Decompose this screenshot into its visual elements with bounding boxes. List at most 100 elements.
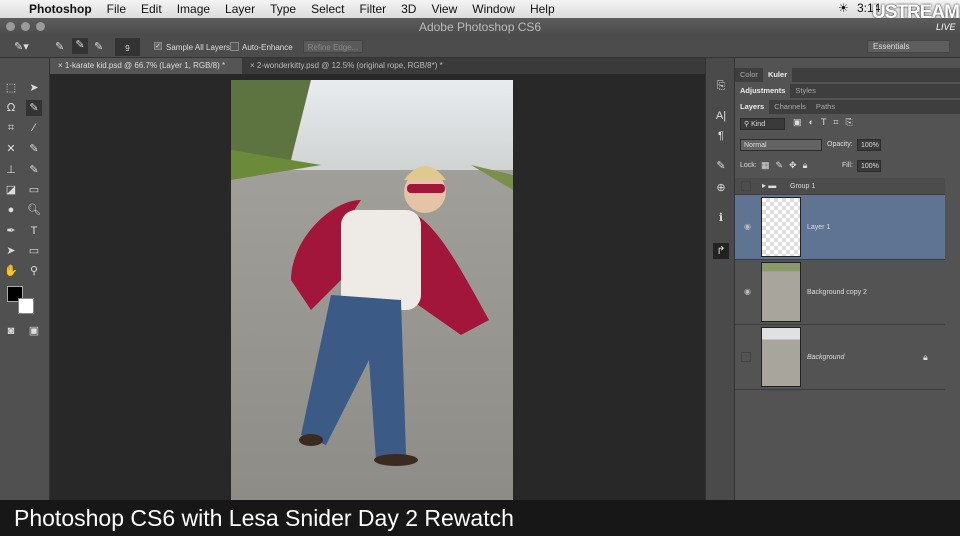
tab-karate-kid[interactable]: × 1-karate kid.psd @ 66.7% (Layer 1, RGB… <box>50 58 242 74</box>
blur-tool-icon[interactable]: ● <box>3 202 19 218</box>
pen-tool-icon[interactable]: ✒ <box>3 223 19 239</box>
tab-layers[interactable]: Layers <box>735 100 770 114</box>
menu-window[interactable]: Window <box>472 2 515 16</box>
eraser-tool-icon[interactable]: ◪ <box>3 182 19 198</box>
quick-selection-tool-icon[interactable]: ✎ <box>26 100 42 116</box>
type-tool-icon[interactable]: T <box>26 223 42 239</box>
filter-label: Kind <box>751 121 766 128</box>
tab-label: 1-karate kid.psd @ 66.7% (Layer 1, RGB/8… <box>64 61 226 70</box>
fill-field[interactable]: 100% <box>857 160 881 172</box>
quick-mask-icon[interactable]: ◙ <box>3 323 19 339</box>
fill-label: Fill: <box>842 162 853 169</box>
layer-thumbnail <box>761 262 801 322</box>
sample-all-layers-checkbox[interactable]: ✓ <box>154 42 162 50</box>
video-caption: Photoshop CS6 with Lesa Snider Day 2 Rew… <box>0 500 960 536</box>
eyedropper-tool-icon[interactable]: ⁄ <box>26 120 42 136</box>
tab-kuler[interactable]: Kuler <box>762 68 793 82</box>
marquee-tool-icon[interactable]: ⬚ <box>3 80 19 96</box>
layer-filter-select[interactable]: ⚲ Kind <box>740 118 785 130</box>
layer-thumbnail <box>761 197 801 257</box>
refine-edge-button[interactable]: Refine Edge... <box>303 40 363 53</box>
options-bar: ✎▾ ✎ ✎ ✎ 9 ✓ Sample All Layers Auto-Enha… <box>0 36 960 58</box>
background-color-swatch[interactable] <box>18 298 34 314</box>
layer-name: Background <box>807 354 845 361</box>
tab-paths[interactable]: Paths <box>811 100 840 114</box>
menu-help[interactable]: Help <box>530 2 555 16</box>
eye-icon[interactable]: ◉ <box>744 222 751 231</box>
new-selection-icon[interactable]: ✎ <box>55 40 64 53</box>
menu-type[interactable]: Type <box>270 2 296 16</box>
dodge-tool-icon[interactable]: 🔍︎ <box>26 202 42 218</box>
screen-mode-icon[interactable]: ▣ <box>26 323 42 339</box>
tab-color[interactable]: Color <box>735 68 763 82</box>
brush-panel-icon[interactable]: ✎ <box>713 158 729 174</box>
history-brush-icon[interactable]: ✎ <box>26 162 42 178</box>
zoom-tool-icon[interactable]: ⚲ <box>26 263 42 279</box>
clone-source-icon[interactable]: ⊕ <box>713 180 729 196</box>
menu-select[interactable]: Select <box>311 2 344 16</box>
panel-dock: ⎘ A| ¶ ✎ ⊕ ℹ ↱ <box>705 58 735 500</box>
zoom-button[interactable] <box>36 22 45 31</box>
layer-row-background-copy-2[interactable]: ◉ Background copy 2 <box>735 260 945 325</box>
opacity-field[interactable]: 100% <box>857 139 881 151</box>
hand-tool-icon[interactable]: ✋ <box>3 263 19 279</box>
tab-label: 2-wonderkitty.psd @ 12.5% (original rope… <box>256 61 443 70</box>
minimize-button[interactable] <box>21 22 30 31</box>
layer-filter-icons[interactable]: ▣◐T⌗⎘ <box>793 117 860 128</box>
properties-panel-icon[interactable]: ↱ <box>713 243 729 259</box>
menu-bar: Photoshop File Edit Image Layer Type Sel… <box>0 0 960 18</box>
menu-image[interactable]: Image <box>177 2 210 16</box>
add-to-selection-icon[interactable]: ✎ <box>72 38 88 54</box>
paragraph-panel-icon[interactable]: ¶ <box>713 128 729 144</box>
character-panel-icon[interactable]: A| <box>713 108 729 124</box>
brush-size-picker[interactable]: 9 <box>115 38 140 56</box>
eye-icon[interactable]: ◉ <box>744 287 751 296</box>
menu-3d[interactable]: 3D <box>401 2 416 16</box>
menu-layer[interactable]: Layer <box>225 2 255 16</box>
stamp-tool-icon[interactable]: ⊥ <box>3 162 19 178</box>
visibility-toggle[interactable] <box>741 352 751 362</box>
layer-row-group-1[interactable]: ▸ ▬ Group 1 <box>735 178 945 195</box>
info-panel-icon[interactable]: ℹ <box>713 210 729 226</box>
subtract-selection-icon[interactable]: ✎ <box>94 40 103 53</box>
move-tool-icon[interactable]: ➤ <box>26 80 42 96</box>
tab-styles[interactable]: Styles <box>790 84 820 98</box>
menu-view[interactable]: View <box>431 2 457 16</box>
visibility-toggle[interactable] <box>741 181 751 191</box>
adjustments-panel-tabs: Adjustments Styles <box>735 84 960 98</box>
brightness-icon[interactable]: ☀ <box>838 1 849 15</box>
ustream-live-label: LIVE <box>936 22 956 32</box>
menu-app[interactable]: Photoshop <box>29 2 92 16</box>
layer-row-background[interactable]: Background 🔒︎ <box>735 325 945 390</box>
shape-tool-icon[interactable]: ▭ <box>26 243 42 259</box>
auto-enhance-checkbox[interactable] <box>230 42 239 51</box>
layer-name: Group 1 <box>790 183 816 190</box>
lock-icon: 🔒︎ <box>923 352 928 362</box>
close-button[interactable] <box>6 22 15 31</box>
brush-tool-icon[interactable]: ✎ <box>26 141 42 157</box>
healing-tool-icon[interactable]: ✕ <box>3 141 19 157</box>
lasso-tool-icon[interactable]: ᘯ <box>3 100 19 116</box>
quick-selection-preset-icon[interactable]: ✎▾ <box>14 40 29 53</box>
tab-adjustments[interactable]: Adjustments <box>735 84 791 98</box>
document-tabs: × 1-karate kid.psd @ 66.7% (Layer 1, RGB… <box>50 58 705 74</box>
document-image[interactable] <box>231 80 513 500</box>
crop-tool-icon[interactable]: ⌗ <box>3 120 19 136</box>
menu-file[interactable]: File <box>107 2 126 16</box>
menu-filter[interactable]: Filter <box>359 2 386 16</box>
color-panel-tabs: Color Kuler <box>735 68 960 82</box>
lock-icons[interactable]: ▦✎✥🔒︎ <box>761 160 813 171</box>
workspace-select[interactable]: Essentials <box>867 40 950 53</box>
blend-mode-select[interactable]: Normal <box>740 139 822 151</box>
path-selection-icon[interactable]: ➤ <box>3 243 19 259</box>
gradient-tool-icon[interactable]: ▭ <box>26 182 42 198</box>
menu-edit[interactable]: Edit <box>141 2 162 16</box>
panels: Color Kuler Adjustments Styles Layers Chann… <box>735 58 960 500</box>
tab-wonderkitty[interactable]: × 2-wonderkitty.psd @ 12.5% (original ro… <box>242 58 472 74</box>
layer-name: Background copy 2 <box>807 289 867 296</box>
folder-icon[interactable]: ▸ ▬ <box>762 181 776 190</box>
auto-enhance-label: Auto-Enhance <box>242 43 293 52</box>
layer-row-layer-1[interactable]: ◉ Layer 1 <box>735 195 945 260</box>
tab-channels[interactable]: Channels <box>769 100 811 114</box>
history-panel-icon[interactable]: ⎘ <box>713 78 729 94</box>
